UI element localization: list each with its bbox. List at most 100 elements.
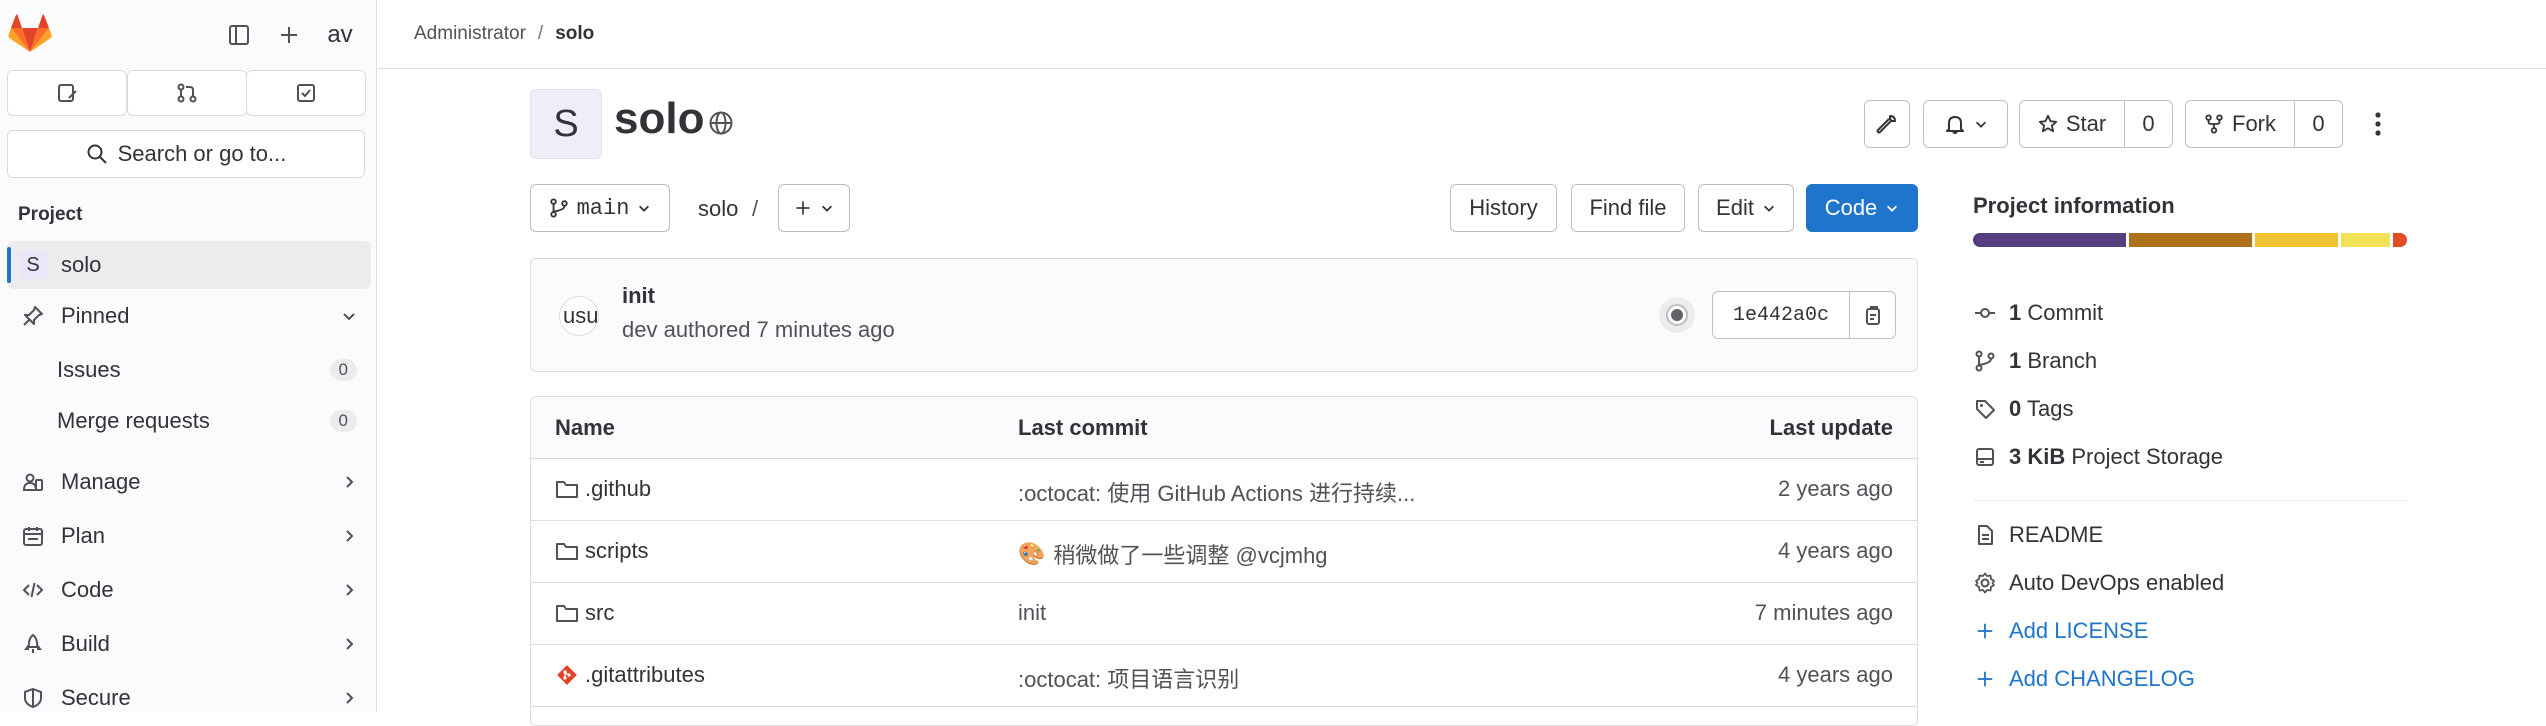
language-segment[interactable] [2341, 233, 2391, 247]
breadcrumb-current[interactable]: solo [555, 23, 594, 45]
sidebar-item-label: Pinned [61, 303, 130, 328]
file-name[interactable]: src [585, 600, 614, 626]
sidebar-item-plan[interactable]: Plan [7, 512, 371, 560]
sidebar-item-pinned[interactable]: Pinned [7, 292, 371, 340]
notifications-button[interactable] [1923, 100, 2008, 148]
commit-message-link[interactable]: init [1018, 600, 1046, 626]
pipeline-status-icon[interactable] [1659, 297, 1695, 333]
merge-requests-button[interactable] [127, 70, 247, 116]
user-avatar[interactable]: av [320, 18, 360, 52]
commit-author-avatar[interactable]: usu [559, 296, 599, 336]
file-name[interactable]: .gitattributes [585, 662, 705, 688]
language-segment[interactable] [1973, 233, 2127, 247]
history-button[interactable]: History [1450, 184, 1557, 232]
folder-icon [555, 478, 579, 500]
todo-button[interactable] [246, 70, 366, 116]
fork-button[interactable]: Fork [2186, 101, 2294, 147]
find-file-button[interactable]: Find file [1571, 184, 1685, 232]
star-icon [2038, 114, 2058, 134]
commits-link[interactable]: 1 Commit [1973, 298, 2103, 328]
sidebar-item-label: Code [61, 577, 114, 602]
commit-message-link[interactable]: :octocat: 项目语言识别 [1018, 662, 1239, 694]
search-button[interactable]: Search or go to... [7, 130, 365, 178]
gitlab-logo-icon[interactable] [8, 14, 52, 54]
sidebar-item-merge-requests[interactable]: Merge requests 0 [7, 397, 371, 445]
users-icon [17, 471, 49, 493]
commit-sha-group: 1e442a0c [1712, 291, 1896, 339]
plus-icon [1973, 621, 1997, 641]
add-changelog-link[interactable]: Add CHANGELOG [1973, 664, 2195, 694]
commit-message-link[interactable]: 稍微做了一些调整 @vcjmhg [1053, 538, 1327, 570]
search-label: Search or go to... [117, 141, 287, 166]
file-name[interactable]: .github [585, 476, 651, 502]
star-button[interactable]: Star [2020, 101, 2124, 147]
fork-label: Fork [2232, 111, 2276, 136]
sidebar-toggle-icon[interactable] [222, 18, 256, 52]
commit-sha[interactable]: 1e442a0c [1713, 304, 1849, 327]
fork-count[interactable]: 0 [2295, 101, 2342, 147]
assigned-issues-button[interactable] [7, 70, 127, 116]
language-segment[interactable] [2254, 233, 2339, 247]
copy-icon[interactable] [1850, 304, 1895, 326]
edit-button[interactable]: Edit [1698, 184, 1794, 232]
sidebar-item-label: Issues [57, 357, 121, 382]
table-row[interactable]: src init 7 minutes ago [531, 583, 1917, 645]
sidebar-item-code[interactable]: Code [7, 566, 371, 614]
table-row[interactable]: .github :octocat: 使用 GitHub Actions 进行持续… [531, 459, 1917, 521]
sidebar-header: av [0, 0, 377, 68]
git-file-icon [555, 664, 579, 686]
thumbtack-icon [17, 305, 49, 327]
last-update: 4 years ago [1778, 538, 1893, 563]
table-row[interactable]: .gitattributes :octocat: 项目语言识别 4 years … [531, 645, 1917, 707]
label-icon [1973, 398, 1997, 420]
plus-icon [794, 199, 812, 217]
code-button[interactable]: Code [1806, 184, 1918, 232]
add-to-tree-button[interactable] [778, 184, 850, 232]
link-label: Add CHANGELOG [2009, 666, 2195, 691]
merge-request-icon [176, 82, 198, 104]
commit-meta: dev authored 7 minutes ago [622, 317, 895, 342]
sidebar-item-project[interactable]: S solo [7, 241, 371, 289]
sidebar-item-manage[interactable]: Manage [7, 458, 371, 506]
sidebar: av Search or go to... Project S solo Pin… [0, 0, 377, 712]
sidebar-item-issues[interactable]: Issues 0 [7, 346, 371, 394]
settings-button[interactable] [1864, 100, 1910, 148]
project-info-title: Project information [1973, 193, 2175, 218]
repo-path-link[interactable]: solo [698, 196, 738, 222]
sidebar-item-label: solo [61, 252, 102, 277]
branch-selector[interactable]: main [530, 184, 670, 232]
commit-message-link[interactable]: :octocat: 使用 GitHub Actions 进行持续... [1018, 476, 1415, 508]
storage-link[interactable]: 3 KiB Project Storage [1973, 442, 2223, 472]
repository-language-bar[interactable] [1973, 233, 2407, 247]
branches-link[interactable]: 1 Branch [1973, 346, 2097, 376]
sidebar-item-build[interactable]: Build [7, 620, 371, 668]
more-actions-icon[interactable] [2360, 100, 2396, 148]
star-count[interactable]: 0 [2125, 101, 2172, 147]
chevron-right-icon [341, 528, 357, 544]
chevron-down-icon [820, 201, 834, 215]
file-name[interactable]: scripts [585, 538, 649, 564]
readme-link[interactable]: README [1973, 520, 2103, 550]
table-row[interactable]: scripts 🎨 稍微做了一些调整 @vcjmhg 4 years ago [531, 521, 1917, 583]
link-label: Add LICENSE [2009, 618, 2149, 643]
commit-title[interactable]: init [622, 283, 655, 309]
bell-icon [1944, 113, 1966, 135]
add-license-link[interactable]: Add LICENSE [1973, 616, 2148, 646]
branch-name: main [576, 195, 630, 221]
file-tree-table: Name Last commit Last update .github :oc… [530, 396, 1918, 726]
code-label: Code [1824, 195, 1878, 220]
language-segment[interactable] [2129, 233, 2252, 247]
folder-icon [555, 602, 579, 624]
search-icon [86, 143, 108, 165]
repo-path-separator: / [752, 196, 759, 221]
last-commit-panel: usu init dev authored 7 minutes ago 1e44… [530, 258, 1918, 372]
sidebar-section-title: Project [18, 204, 83, 225]
create-new-icon[interactable] [272, 18, 306, 52]
sidebar-item-secure[interactable]: Secure [7, 674, 371, 722]
stat-value: 0 [2009, 396, 2022, 421]
language-segment[interactable] [2393, 233, 2407, 247]
breadcrumb-parent[interactable]: Administrator [414, 23, 526, 45]
folder-icon [555, 540, 579, 562]
auto-devops-link[interactable]: Auto DevOps enabled [1973, 568, 2224, 598]
tags-link[interactable]: 0 Tags [1973, 394, 2073, 424]
